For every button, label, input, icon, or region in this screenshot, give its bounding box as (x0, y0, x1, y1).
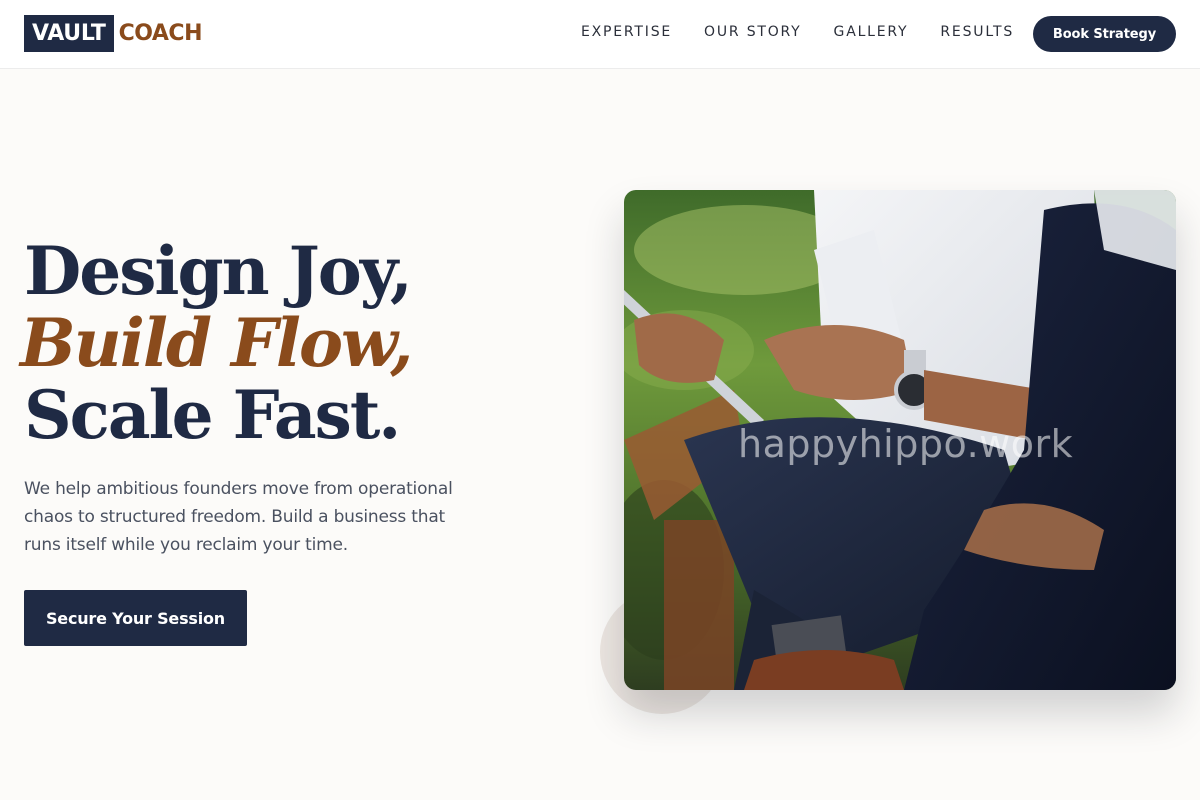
logo-primary: VAULT (24, 15, 114, 52)
hero-headline: Design Joy, Build Flow, Scale Fast. (20, 232, 413, 454)
nav-gallery[interactable]: GALLERY (834, 24, 909, 40)
photo-watermark: happyhippo.work (738, 422, 1074, 466)
nav-results[interactable]: RESULTS (940, 24, 1014, 40)
hero-subtext: We help ambitious founders move from ope… (24, 479, 453, 555)
headline-line-3: Scale Fast. (24, 376, 401, 454)
main-nav: EXPERTISE OUR STORY GALLERY RESULTS (581, 24, 1014, 40)
headline-line-2: Build Flow, (20, 304, 413, 382)
nav-our-story[interactable]: OUR STORY (704, 24, 802, 40)
headline-line-1: Design Joy, (24, 232, 413, 310)
logo-secondary: COACH (118, 21, 203, 46)
brand-logo[interactable]: VAULT COACH (24, 15, 202, 52)
site-header: VAULT COACH EXPERTISE OUR STORY GALLERY … (0, 0, 1200, 69)
secure-session-button[interactable]: Secure Your Session (24, 590, 247, 646)
book-strategy-button[interactable]: Book Strategy (1033, 16, 1176, 52)
nav-expertise[interactable]: EXPERTISE (581, 24, 672, 40)
